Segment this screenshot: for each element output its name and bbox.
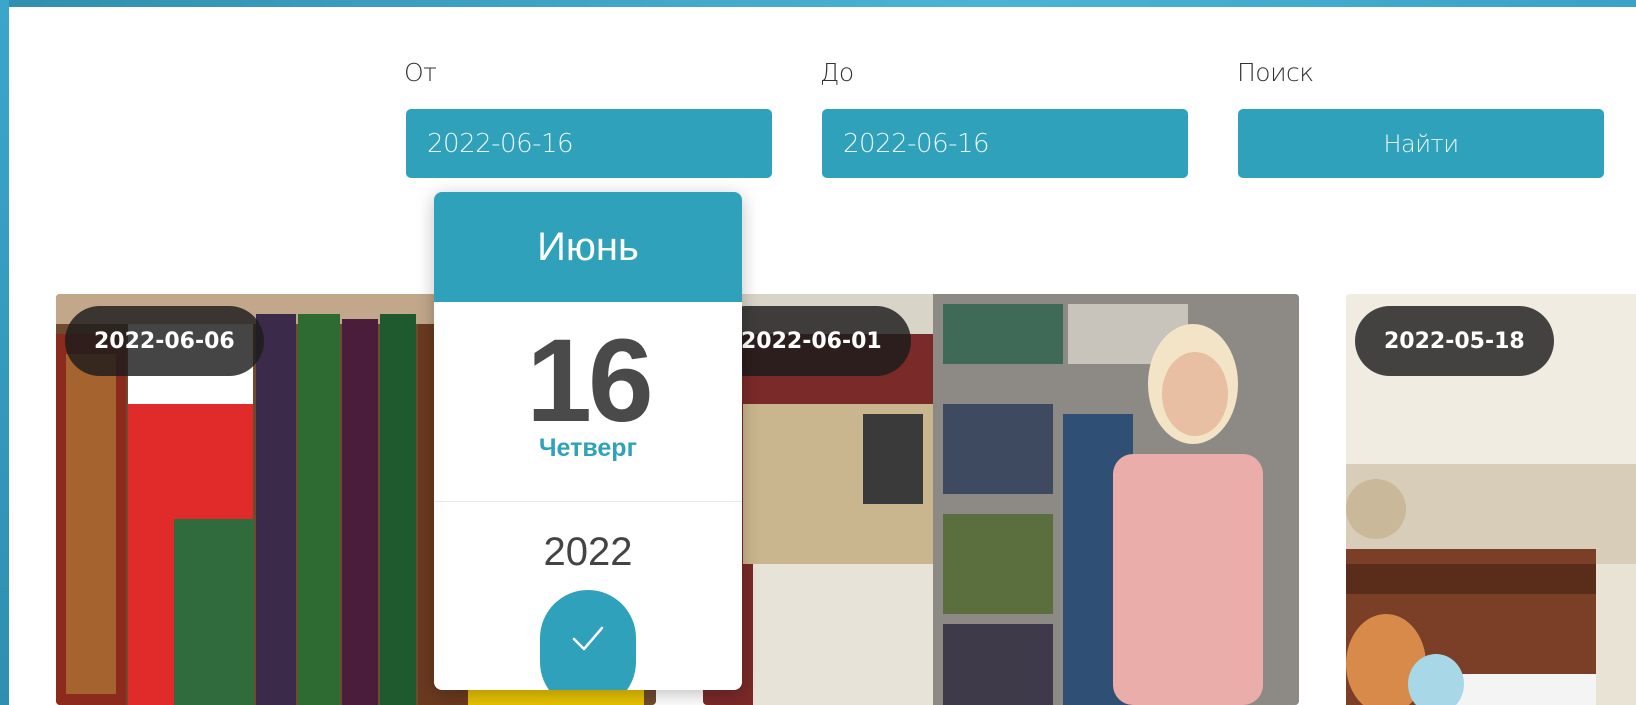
date-picker-popup[interactable]: Июнь 16 Четверг 2022 bbox=[434, 192, 742, 690]
search-label: Поиск bbox=[1237, 58, 1314, 87]
picker-confirm-button[interactable] bbox=[540, 590, 636, 690]
news-card-3[interactable]: 2022-05-18 bbox=[1346, 294, 1636, 705]
news-card-2[interactable]: 2022-06-01 bbox=[703, 294, 1299, 705]
window-frame-left bbox=[0, 0, 9, 705]
to-label: До bbox=[820, 58, 854, 87]
picker-day[interactable]: 16 bbox=[434, 322, 742, 440]
window-frame-top bbox=[0, 0, 1636, 7]
from-label: От bbox=[404, 58, 437, 87]
picker-month[interactable]: Июнь bbox=[434, 192, 742, 302]
check-icon bbox=[572, 626, 604, 651]
from-date-input[interactable]: 2022-06-16 bbox=[406, 109, 772, 178]
to-date-input[interactable]: 2022-06-16 bbox=[822, 109, 1188, 178]
card-date-badge: 2022-06-06 bbox=[65, 306, 264, 376]
picker-weekday: Четверг bbox=[538, 434, 637, 462]
search-button[interactable]: Найти bbox=[1238, 109, 1604, 178]
picker-divider bbox=[434, 501, 742, 502]
picker-year[interactable]: 2022 bbox=[434, 530, 742, 575]
card-date-badge: 2022-05-18 bbox=[1355, 306, 1554, 376]
